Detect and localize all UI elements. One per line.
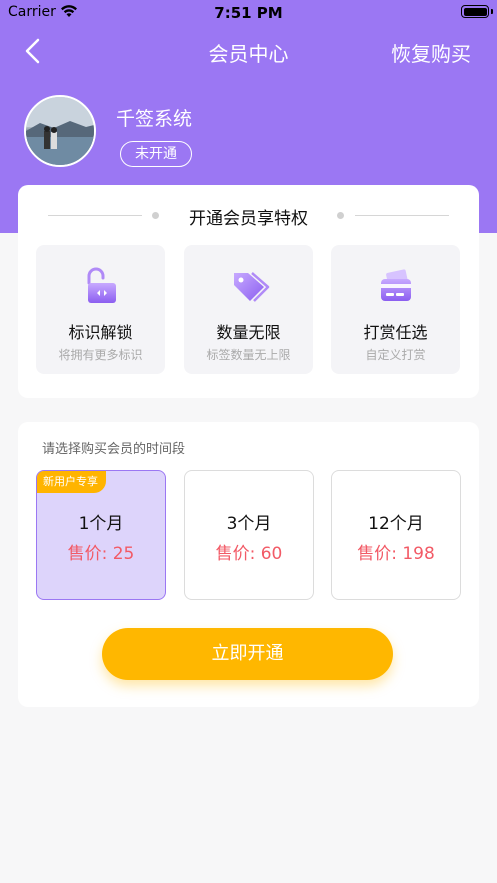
plan-option-3-months[interactable]: 3个月 售价: 60 <box>184 470 314 600</box>
plan-price: 售价: 60 <box>215 544 283 564</box>
battery-icon <box>461 5 489 18</box>
plan-name: 3个月 <box>226 514 272 534</box>
plan-price: 售价: 198 <box>357 544 435 564</box>
divider-right <box>355 215 449 216</box>
card-icon <box>381 269 411 301</box>
vip-status-badge: 未开通 <box>120 141 192 167</box>
plan-name: 1个月 <box>78 514 124 534</box>
plan-selection-card: 请选择购买会员的时间段 新用户专享 1个月 售价: 25 3个月 售价: 60 … <box>18 422 479 707</box>
tag-icon <box>234 272 270 302</box>
privilege-title: 打赏任选 <box>363 323 428 342</box>
privilege-item-unlimited: 数量无限 标签数量无上限 <box>184 245 313 374</box>
privilege-title: 数量无限 <box>216 323 281 342</box>
privilege-desc: 自定义打赏 <box>365 348 426 362</box>
divider-dot-right <box>337 212 344 219</box>
plan-hint: 请选择购买会员的时间段 <box>42 442 186 457</box>
privileges-card: 开通会员享特权 标识解锁 将拥有更多标识 数量无限 标签数量无上限 打赏任选 自… <box>18 185 479 398</box>
battery-tip <box>491 9 493 14</box>
plan-name: 12个月 <box>368 514 424 534</box>
restore-purchase-button[interactable]: 恢复购买 <box>391 38 471 67</box>
privileges-title: 开通会员享特权 <box>189 209 308 229</box>
privilege-desc: 标签数量无上限 <box>206 348 291 362</box>
privilege-desc: 将拥有更多标识 <box>58 348 143 362</box>
avatar <box>24 95 96 167</box>
status-bar: Carrier 7:51 PM <box>0 0 497 26</box>
plan-option-12-months[interactable]: 12个月 售价: 198 <box>331 470 461 600</box>
new-user-tag: 新用户专享 <box>37 471 106 493</box>
privileges-title-row: 开通会员享特权 <box>18 202 479 229</box>
plan-price: 售价: 25 <box>67 544 135 564</box>
subscribe-now-button[interactable]: 立即开通 <box>102 628 393 680</box>
username: 千签系统 <box>116 108 193 130</box>
privilege-title: 标识解锁 <box>68 323 133 342</box>
clock: 7:51 PM <box>214 4 283 22</box>
unlock-icon <box>87 267 116 303</box>
privilege-item-tip: 打赏任选 自定义打赏 <box>331 245 460 374</box>
privilege-item-unlock: 标识解锁 将拥有更多标识 <box>36 245 165 374</box>
plan-option-1-month[interactable]: 新用户专享 1个月 售价: 25 <box>36 470 166 600</box>
